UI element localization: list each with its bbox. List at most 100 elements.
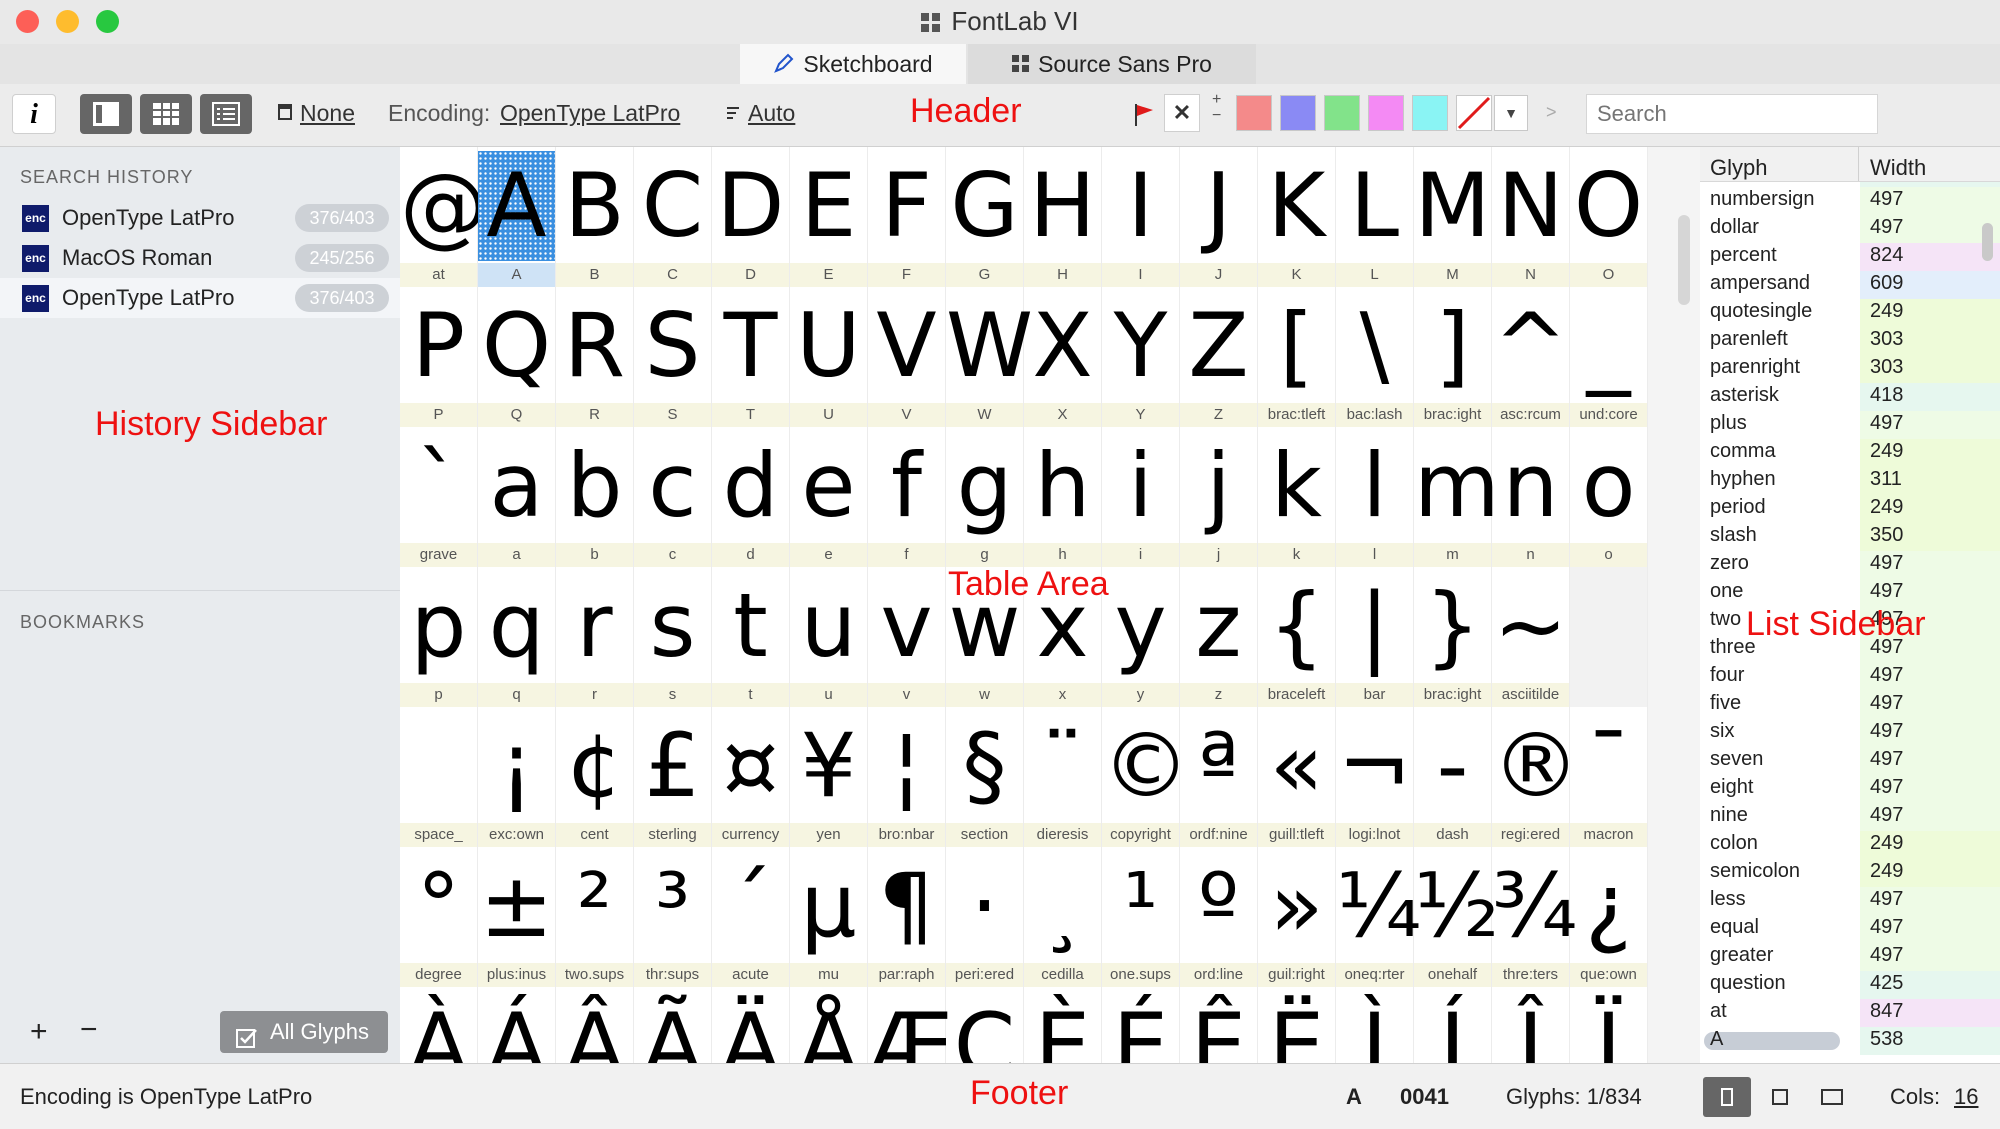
glyph-cell[interactable]: ª ordf:nine: [1180, 707, 1258, 847]
glyph-cell[interactable]: HH: [1024, 147, 1102, 287]
tab-source-sans-pro[interactable]: Source Sans Pro: [968, 44, 1256, 84]
glyph-cell[interactable]: Á: [478, 987, 556, 1063]
glyph-cell[interactable]: GG: [946, 147, 1024, 287]
history-item-selected[interactable]: enc OpenType LatPro 376/403: [0, 278, 400, 318]
glyph-cell[interactable]: FF: [868, 147, 946, 287]
glyph-cell[interactable]: kk: [1258, 427, 1336, 567]
column-header-width[interactable]: Width: [1870, 155, 1926, 181]
add-bookmark-button[interactable]: +: [30, 1015, 48, 1049]
glyph-cell[interactable]: LL: [1336, 147, 1414, 287]
glyph-cell[interactable]: VV: [868, 287, 946, 427]
glyph-cell[interactable]: vv: [868, 567, 946, 707]
list-row[interactable]: period 249: [1700, 495, 2000, 523]
glyph-cell[interactable]: aa: [478, 427, 556, 567]
glyph-cell[interactable]: @ at: [400, 147, 488, 287]
glyph-cell[interactable]: » guil:right: [1258, 847, 1336, 987]
color-swatch-magenta[interactable]: [1368, 95, 1404, 131]
clear-flag-button[interactable]: ✕: [1164, 94, 1200, 132]
glyph-cell[interactable]: ` grave: [400, 427, 478, 567]
color-menu-button[interactable]: ▼: [1494, 95, 1528, 131]
list-view-button[interactable]: [200, 94, 252, 134]
glyph-cell[interactable]: bb: [556, 427, 634, 567]
source-dropdown[interactable]: None: [300, 100, 355, 127]
glyph-cell[interactable]: hh: [1024, 427, 1102, 567]
glyph-cell[interactable]: ZZ: [1180, 287, 1258, 427]
glyph-cell[interactable]: - dash: [1414, 707, 1492, 847]
glyph-cell[interactable]: ¶ par:raph: [868, 847, 946, 987]
glyph-cell[interactable]: WW: [946, 287, 1033, 427]
cell-size-large-button[interactable]: [1808, 1077, 1856, 1117]
list-row[interactable]: equal 497: [1700, 915, 2000, 943]
glyph-cell[interactable]: © copyright: [1102, 707, 1190, 847]
color-swatch-blue[interactable]: [1280, 95, 1316, 131]
glyph-cell[interactable]: gg: [946, 427, 1024, 567]
glyph-cell[interactable]: zz: [1180, 567, 1258, 707]
glyph-cell[interactable]: ½ onehalf: [1414, 847, 1499, 987]
glyph-cell[interactable]: ° degree: [400, 847, 478, 987]
glyph-cell[interactable]: rr: [556, 567, 634, 707]
list-row[interactable]: colon 249: [1700, 831, 2000, 859]
list-row[interactable]: greater 497: [1700, 943, 2000, 971]
glyph-cell[interactable]: £ sterling: [634, 707, 712, 847]
history-item[interactable]: enc MacOS Roman 245/256: [0, 238, 400, 278]
list-row[interactable]: semicolon 249: [1700, 859, 2000, 887]
no-color-swatch[interactable]: [1456, 95, 1492, 131]
list-row[interactable]: at 847: [1700, 999, 2000, 1027]
list-row[interactable]: six 497: [1700, 719, 2000, 747]
all-glyphs-button[interactable]: All Glyphs: [220, 1011, 388, 1053]
glyph-cell[interactable]: ss: [634, 567, 712, 707]
mode-dropdown[interactable]: Auto: [748, 100, 795, 127]
search-input[interactable]: [1586, 94, 1878, 134]
glyph-cell[interactable]: ff: [868, 427, 946, 567]
glyph-cell[interactable]: yy: [1102, 567, 1180, 707]
glyph-cell[interactable]: ® regi:ered: [1492, 707, 1580, 847]
list-row[interactable]: one 497: [1700, 579, 2000, 607]
glyph-cell[interactable]: DD: [712, 147, 790, 287]
glyph-cell[interactable]: ¬ logi:lnot: [1336, 707, 1414, 847]
list-row[interactable]: five 497: [1700, 691, 2000, 719]
glyph-cell[interactable]: Â: [556, 987, 634, 1063]
glyph-cell[interactable]: § section: [946, 707, 1024, 847]
glyph-cell[interactable]: Í: [1414, 987, 1492, 1063]
stepper-icon[interactable]: + −: [1212, 92, 1221, 124]
glyph-cell[interactable]: pp: [400, 567, 478, 707]
columns-value[interactable]: 16: [1954, 1084, 1978, 1110]
glyph-cell[interactable]: \ bac:lash: [1336, 287, 1414, 427]
glyph-cell[interactable]: ¤ currency: [712, 707, 790, 847]
glyph-cell[interactable]: Ã: [634, 987, 712, 1063]
list-row[interactable]: slash 350: [1700, 523, 2000, 551]
glyph-cell[interactable]: Å: [790, 987, 868, 1063]
glyph-cell[interactable]: ¹ one.sups: [1102, 847, 1180, 987]
list-row[interactable]: hyphen 311: [1700, 467, 2000, 495]
list-row[interactable]: four 497: [1700, 663, 2000, 691]
glyph-cell[interactable]: JJ: [1180, 147, 1258, 287]
glyph-cell[interactable]: Ï: [1570, 987, 1648, 1063]
glyph-cell[interactable]: KK: [1258, 147, 1336, 287]
color-swatch-red[interactable]: [1236, 95, 1272, 131]
glyph-cell[interactable]: YY: [1102, 287, 1180, 427]
glyph-cell[interactable]: SS: [634, 287, 712, 427]
list-row[interactable]: numbersign 497: [1700, 187, 2000, 215]
list-row[interactable]: parenleft 303: [1700, 327, 2000, 355]
glyph-cell[interactable]: CC: [634, 147, 712, 287]
glyph-cell[interactable]: NN: [1492, 147, 1570, 287]
glyph-cell[interactable]: º ord:line: [1180, 847, 1258, 987]
glyph-cell[interactable]: « guill:tleft: [1258, 707, 1336, 847]
glyph-cell[interactable]: Ç: [946, 987, 1024, 1063]
glyph-cell[interactable]: ± plus:inus: [478, 847, 556, 987]
list-row[interactable]: seven 497: [1700, 747, 2000, 775]
glyph-cell[interactable]: tt: [712, 567, 790, 707]
glyph-cell[interactable]: ] brac:ight: [1414, 287, 1492, 427]
list-row[interactable]: eight 497: [1700, 775, 2000, 803]
glyph-cell[interactable]: XX: [1024, 287, 1102, 427]
glyph-cell[interactable]: } brac:ight: [1414, 567, 1492, 707]
grid-view-button[interactable]: [140, 94, 192, 134]
list-row-selected[interactable]: A 538: [1700, 1027, 2000, 1055]
tab-sketchboard[interactable]: Sketchboard: [740, 44, 966, 84]
glyph-cell[interactable]: À: [400, 987, 478, 1063]
glyph-cell[interactable]: TT: [712, 287, 790, 427]
glyph-cell[interactable]: ¸ cedilla: [1024, 847, 1102, 987]
glyph-cell[interactable]: È: [1024, 987, 1102, 1063]
list-row[interactable]: question 425: [1700, 971, 2000, 999]
glyph-cell[interactable]: Ë: [1258, 987, 1336, 1063]
